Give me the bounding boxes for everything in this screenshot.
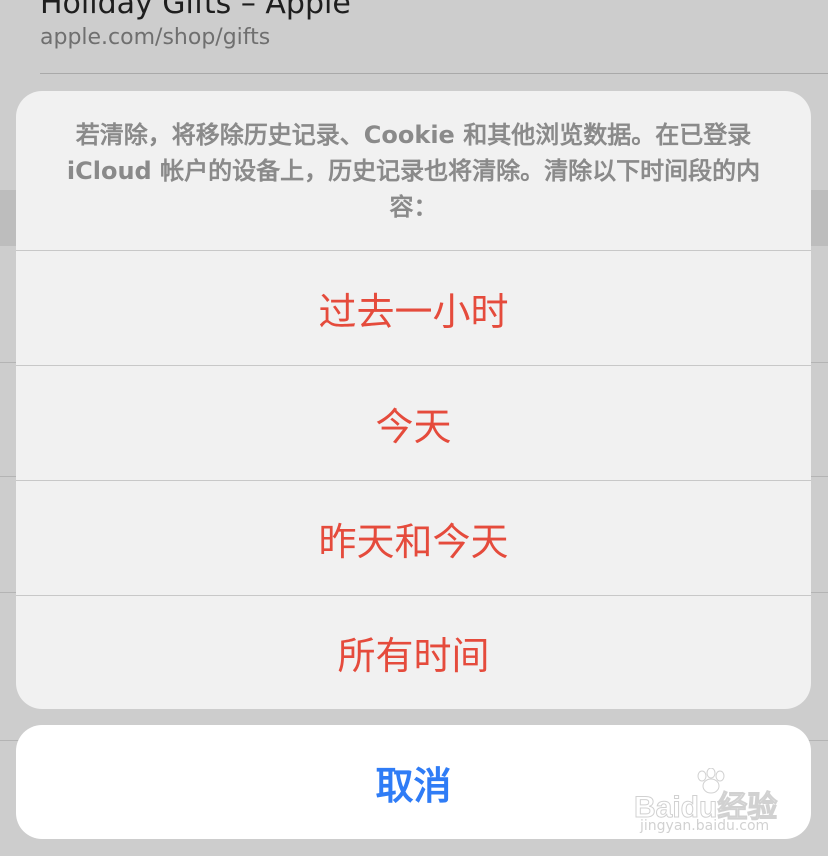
sheet-message: 若清除，将移除历史记录、Cookie 和其他浏览数据。在已登录 iCloud 帐… bbox=[16, 91, 811, 251]
history-entry-title: Holiday Gifts – Apple bbox=[40, 0, 351, 21]
history-entry-url: apple.com/shop/gifts bbox=[40, 25, 271, 50]
history-entry: Holiday Gifts – Apple apple.com/shop/gif… bbox=[40, 0, 828, 74]
watermark-url: jingyan.baidu.com bbox=[640, 818, 770, 834]
clear-history-action-sheet: 若清除，将移除历史记录、Cookie 和其他浏览数据。在已登录 iCloud 帐… bbox=[16, 91, 811, 709]
option-last-hour[interactable]: 过去一小时 bbox=[16, 251, 811, 366]
option-all-time[interactable]: 所有时间 bbox=[16, 596, 811, 709]
option-today[interactable]: 今天 bbox=[16, 366, 811, 481]
option-yesterday-and-today[interactable]: 昨天和今天 bbox=[16, 481, 811, 596]
baidu-watermark: Baidu经验 jingyan.baidu.com bbox=[633, 768, 804, 838]
